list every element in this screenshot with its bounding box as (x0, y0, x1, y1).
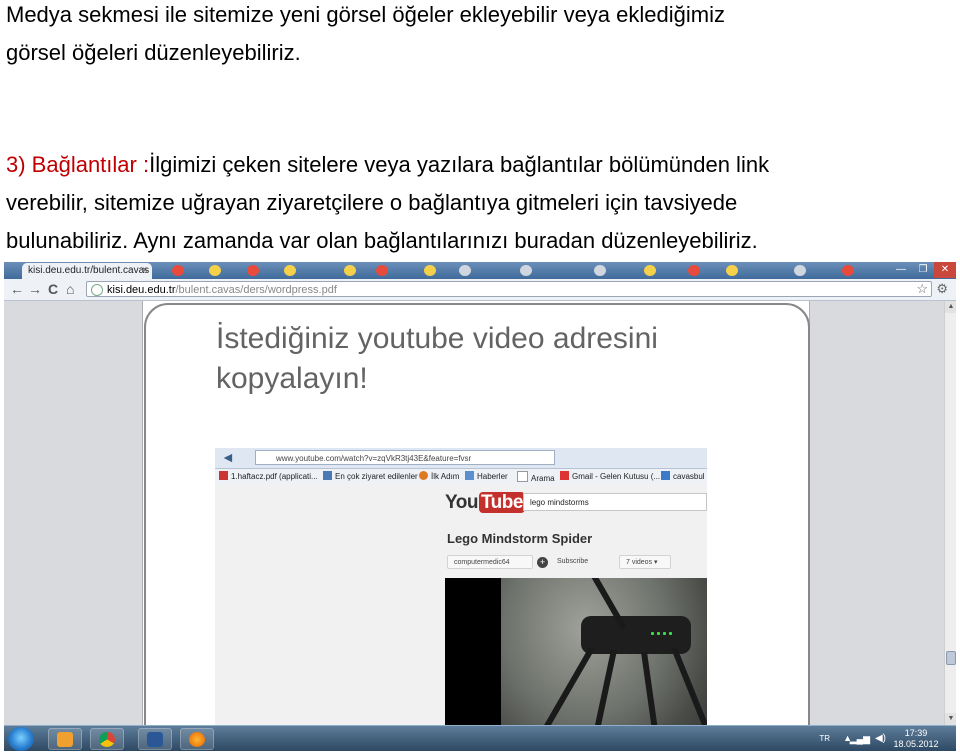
embedded-address-bar: www.youtube.com/watch?v=zqVkR3tj43E&feat… (255, 450, 555, 465)
decor-icon (344, 265, 356, 276)
clock[interactable]: 17:39 18.05.2012 (890, 728, 942, 750)
bookmark-item: Haberler (465, 471, 508, 483)
taskbar-chrome[interactable] (90, 728, 124, 750)
scroll-up-icon[interactable]: ▲ (945, 301, 956, 313)
close-window-button[interactable]: ✕ (934, 262, 956, 278)
page-icon (91, 284, 103, 296)
robot-led (663, 632, 666, 635)
video-title: Lego Mindstorm Spider (447, 531, 593, 546)
decor-icon (520, 265, 532, 276)
firefox-icon (189, 732, 205, 747)
embedded-url: www.youtube.com/watch?v=zqVkR3tj43E&feat… (276, 454, 472, 463)
word-icon (147, 732, 163, 747)
start-button[interactable] (8, 727, 34, 751)
window-controls: — ❐ ✕ (890, 262, 956, 278)
section-3-line-2: verebilir, sitemize uğrayan ziyaretçiler… (6, 190, 738, 215)
address-bar[interactable]: kisi.deu.edu.tr/bulent.cavas/ders/wordpr… (86, 281, 932, 297)
embedded-bookmarks-bar: 1.haftacz.pdf (applicati... En çok ziyar… (215, 469, 707, 486)
taskbar-firefox[interactable] (180, 728, 214, 750)
decor-icon (594, 265, 606, 276)
decor-icon (644, 265, 656, 276)
decor-icon (842, 265, 854, 276)
taskbar-media-player[interactable] (48, 728, 82, 750)
scroll-down-icon[interactable]: ▼ (945, 713, 956, 725)
section-3-line-3: bulunabiliriz. Aynı zamanda var olan bağ… (6, 228, 758, 253)
scroll-thumb[interactable] (946, 651, 956, 665)
decor-icon (284, 265, 296, 276)
bookmark-star-icon[interactable]: ☆ (916, 281, 928, 297)
embedded-browser-screenshot: ◄ www.youtube.com/watch?v=zqVkR3tj43E&fe… (215, 448, 707, 751)
section-3-line-1: İlgimizi çeken sitelere veya yazılara ba… (149, 152, 770, 177)
taskbar-word[interactable] (138, 728, 172, 750)
decor-icon (794, 265, 806, 276)
subscribe-button: Subscribe (557, 558, 589, 565)
browser-tab[interactable]: kisi.deu.edu.tr/bulent.cavas × (22, 263, 152, 279)
robot-led (651, 632, 654, 635)
decor-icon (726, 265, 738, 276)
language-indicator[interactable]: TR (819, 734, 830, 743)
decor-icon (688, 265, 700, 276)
volume-icon[interactable]: ◀) (875, 733, 886, 744)
slide-title: İstediğiniz youtube video adresini kopya… (216, 319, 658, 399)
youtube-logo: You Tube (445, 492, 525, 513)
network-icon[interactable]: ▂▄▆ (850, 734, 870, 745)
tab-close-icon[interactable]: × (142, 263, 148, 279)
decor-icon (209, 265, 221, 276)
intro-line-1: Medya sekmesi ile sitemize yeni görsel ö… (6, 2, 725, 27)
maximize-button[interactable]: ❐ (912, 262, 934, 278)
youtube-search-input: lego mindstorms (523, 493, 707, 511)
bookmark-item: 1.haftacz.pdf (applicati... (219, 471, 318, 483)
pdf-viewer: İstediğiniz youtube video adresini kopya… (4, 301, 944, 751)
decor-icon (459, 265, 471, 276)
section-3-paragraph: 3) Bağlantılar :İlgimizi çeken sitelere … (6, 146, 769, 260)
channel-name: computermedic64 (447, 555, 533, 569)
clock-time: 17:39 (904, 728, 928, 738)
minimize-button[interactable]: — (890, 262, 912, 278)
url-path: /bulent.cavas/ders/wordpress.pdf (175, 284, 337, 296)
tab-title: kisi.deu.edu.tr/bulent.cavas (28, 265, 150, 276)
youtube-page: You Tube lego mindstorms Lego Mindstorm S… (215, 485, 707, 751)
navigation-bar: ← → C ⌂ kisi.deu.edu.tr/bulent.cavas/der… (4, 279, 956, 301)
slide-title-line-2: kopyalayın! (216, 362, 368, 395)
decor-icon (247, 265, 259, 276)
browser-screenshot: kisi.deu.edu.tr/bulent.cavas × — ❐ ✕ ← →… (4, 262, 956, 751)
tab-bar: kisi.deu.edu.tr/bulent.cavas × — ❐ ✕ (4, 262, 956, 279)
decor-icon (424, 265, 436, 276)
decor-icon (376, 265, 388, 276)
robot-led (657, 632, 660, 635)
intro-line-2: görsel öğeleri düzenleyebiliriz. (6, 40, 301, 65)
embedded-back-icon: ◄ (221, 449, 235, 465)
home-icon[interactable]: ⌂ (66, 281, 74, 297)
videos-dropdown: 7 videos ▾ (619, 555, 671, 569)
robot-led (669, 632, 672, 635)
intro-paragraph: Medya sekmesi ile sitemize yeni görsel ö… (6, 0, 725, 72)
vertical-scrollbar[interactable]: ▲ ▼ (944, 301, 956, 725)
subscribe-plus-icon: + (537, 557, 548, 568)
embedded-nav-bar: ◄ www.youtube.com/watch?v=zqVkR3tj43E&fe… (215, 448, 707, 469)
robot-leg (539, 646, 595, 737)
windows-taskbar: TR ▲ ▂▄▆ ◀) 17:39 18.05.2012 (4, 725, 956, 751)
reload-icon[interactable]: C (48, 281, 58, 297)
bookmark-item: En çok ziyaret edilenler (323, 471, 418, 483)
media-player-icon (57, 732, 73, 747)
decor-icon (172, 265, 184, 276)
url-host: kisi.deu.edu.tr (107, 284, 176, 296)
chrome-icon (99, 732, 115, 747)
bookmark-item: Arama (517, 471, 555, 485)
bookmark-item: İlk Adım (419, 471, 459, 483)
clock-date: 18.05.2012 (893, 739, 939, 749)
section-3-heading: 3) Bağlantılar : (6, 152, 150, 177)
slide-title-line-1: İstediğiniz youtube video adresini (216, 322, 658, 355)
settings-wrench-icon[interactable]: ⚙ (936, 281, 948, 297)
forward-icon[interactable]: → (28, 281, 42, 297)
back-icon[interactable]: ← (10, 281, 24, 297)
bookmark-item: Gmail - Gelen Kutusu (... (560, 471, 660, 483)
bookmark-item: cavasbul (661, 471, 705, 483)
